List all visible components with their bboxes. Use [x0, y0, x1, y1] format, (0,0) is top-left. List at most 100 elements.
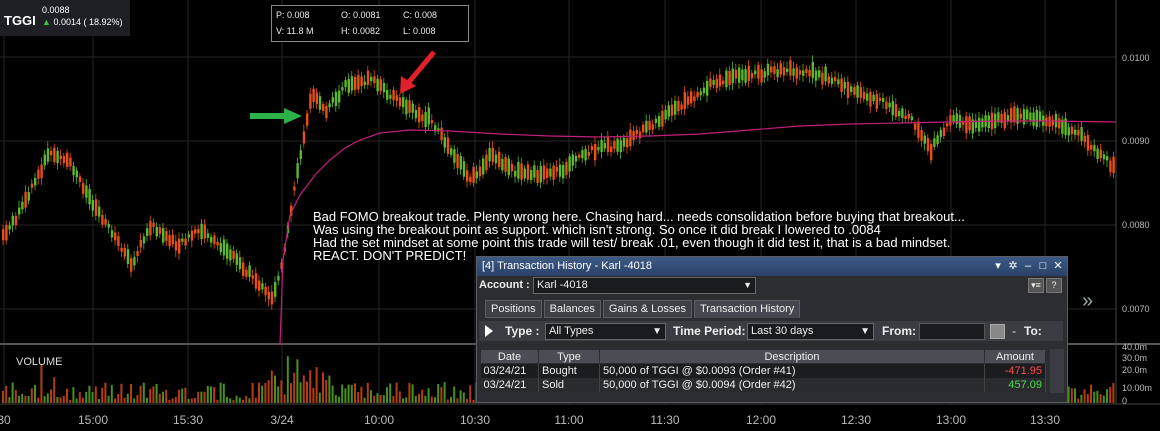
candle — [402, 97, 405, 108]
candle — [203, 224, 206, 239]
candle — [773, 66, 776, 74]
tab-gains-losses[interactable]: Gains & Losses — [602, 300, 692, 318]
gear-icon[interactable]: ✲ — [1007, 259, 1019, 273]
from-date-input[interactable] — [919, 323, 985, 340]
menu-icon[interactable]: ▾≡ — [1028, 278, 1044, 293]
candle — [766, 63, 770, 76]
candle — [24, 191, 27, 208]
candle — [763, 71, 766, 78]
volume-axis-label: 20.0m — [1122, 365, 1148, 375]
candle — [523, 168, 526, 179]
x-axis-label: 10:30 — [459, 413, 491, 427]
candle — [571, 154, 574, 166]
candle — [638, 131, 642, 139]
minimize-icon[interactable]: – — [1022, 259, 1034, 273]
candle — [174, 241, 178, 251]
column-header-date[interactable]: Date — [480, 349, 539, 364]
candle — [725, 70, 728, 88]
tab-transaction-history[interactable]: Transaction History — [693, 300, 801, 318]
chevron-down-icon[interactable]: ▾ — [992, 259, 1004, 273]
candle — [200, 223, 203, 240]
candle — [344, 80, 347, 88]
candle — [802, 70, 805, 76]
table-row[interactable]: 03/24/21 Sold 50,000 of TGGI @ $0.0094 (… — [480, 378, 1046, 392]
volume-bar — [1109, 387, 1112, 403]
candle — [616, 138, 619, 152]
help-icon[interactable]: ? — [1046, 278, 1062, 293]
volume-bar — [296, 359, 299, 403]
candle — [613, 141, 616, 149]
candle — [965, 116, 968, 134]
table-row[interactable]: 03/24/21 Bought 50,000 of TGGI @ $0.0093… — [480, 363, 1046, 378]
volume-bar — [306, 381, 308, 403]
column-header-type[interactable]: Type — [538, 349, 600, 364]
volume-bar — [376, 393, 379, 403]
candle — [338, 90, 341, 103]
candle — [482, 158, 485, 175]
candle — [392, 89, 395, 101]
x-axis-label: 30 — [0, 413, 11, 427]
candle — [459, 156, 462, 170]
candle — [146, 228, 149, 236]
volume-bar — [14, 390, 17, 403]
ticker-panel: TGGI 0.0088 ▲ 0.0014 ( 18.92%) — [0, 0, 130, 36]
volume-bar — [1112, 383, 1115, 403]
candle — [946, 123, 949, 127]
candle — [270, 291, 274, 305]
maximize-icon[interactable]: □ — [1037, 259, 1049, 273]
x-axis-label: 15:00 — [77, 413, 109, 427]
candle — [363, 81, 366, 86]
candle — [341, 87, 344, 91]
candle — [792, 68, 795, 76]
candle — [517, 162, 520, 179]
candle — [747, 65, 750, 82]
candle — [53, 147, 56, 162]
volume-bar — [1102, 395, 1105, 403]
candle — [939, 129, 942, 137]
volume-bar — [443, 382, 446, 403]
window-titlebar[interactable]: [4] Transaction History - Karl -4018 ▾ ✲… — [477, 257, 1067, 276]
column-header-amount[interactable]: Amount — [984, 349, 1046, 364]
candle — [1096, 148, 1099, 160]
candle — [718, 74, 722, 87]
candle — [206, 233, 210, 238]
volume-bar — [219, 382, 222, 403]
candle — [1070, 126, 1074, 135]
candle — [709, 78, 712, 87]
candle — [462, 161, 466, 177]
volume-bar — [1080, 394, 1083, 403]
volume-bar — [382, 395, 385, 403]
volume-bar — [104, 382, 107, 403]
ohlc-box: P: 0.008 O: 0.0081 C: 0.008 V: 11.8 M H:… — [271, 5, 469, 42]
account-select[interactable]: Karl -4018 ▼ — [533, 277, 756, 294]
volume-bar — [405, 397, 408, 403]
tab-positions[interactable]: Positions — [485, 300, 542, 318]
play-icon[interactable] — [485, 325, 493, 337]
calendar-icon[interactable] — [990, 324, 1005, 339]
candle — [702, 87, 706, 94]
expand-chevron-icon[interactable]: » — [1082, 290, 1093, 313]
volume-bar — [69, 399, 72, 403]
candle — [312, 88, 315, 102]
column-header-description[interactable]: Description — [599, 349, 985, 364]
y-axis-label: 0.0070 — [1122, 304, 1150, 314]
candle — [651, 124, 654, 130]
vertical-scrollbar[interactable] — [1050, 349, 1064, 393]
candle — [386, 90, 389, 100]
close-icon[interactable]: ✕ — [1052, 259, 1064, 273]
candle — [123, 247, 126, 257]
volume-bar — [37, 397, 40, 403]
candle — [216, 241, 219, 246]
volume-bar — [155, 384, 158, 403]
time-period-select[interactable]: Last 30 days ▼ — [747, 323, 874, 340]
candle — [789, 60, 792, 76]
x-axis-label: 10:00 — [363, 413, 395, 427]
candle — [1093, 145, 1096, 152]
tab-balances[interactable]: Balances — [543, 300, 601, 318]
candle — [446, 137, 450, 154]
candle — [14, 215, 18, 226]
volume-bar — [363, 397, 366, 403]
ohlc-price: P: 0.008 — [276, 10, 310, 20]
type-select[interactable]: All Types ▼ — [545, 323, 666, 340]
candle — [475, 171, 478, 179]
